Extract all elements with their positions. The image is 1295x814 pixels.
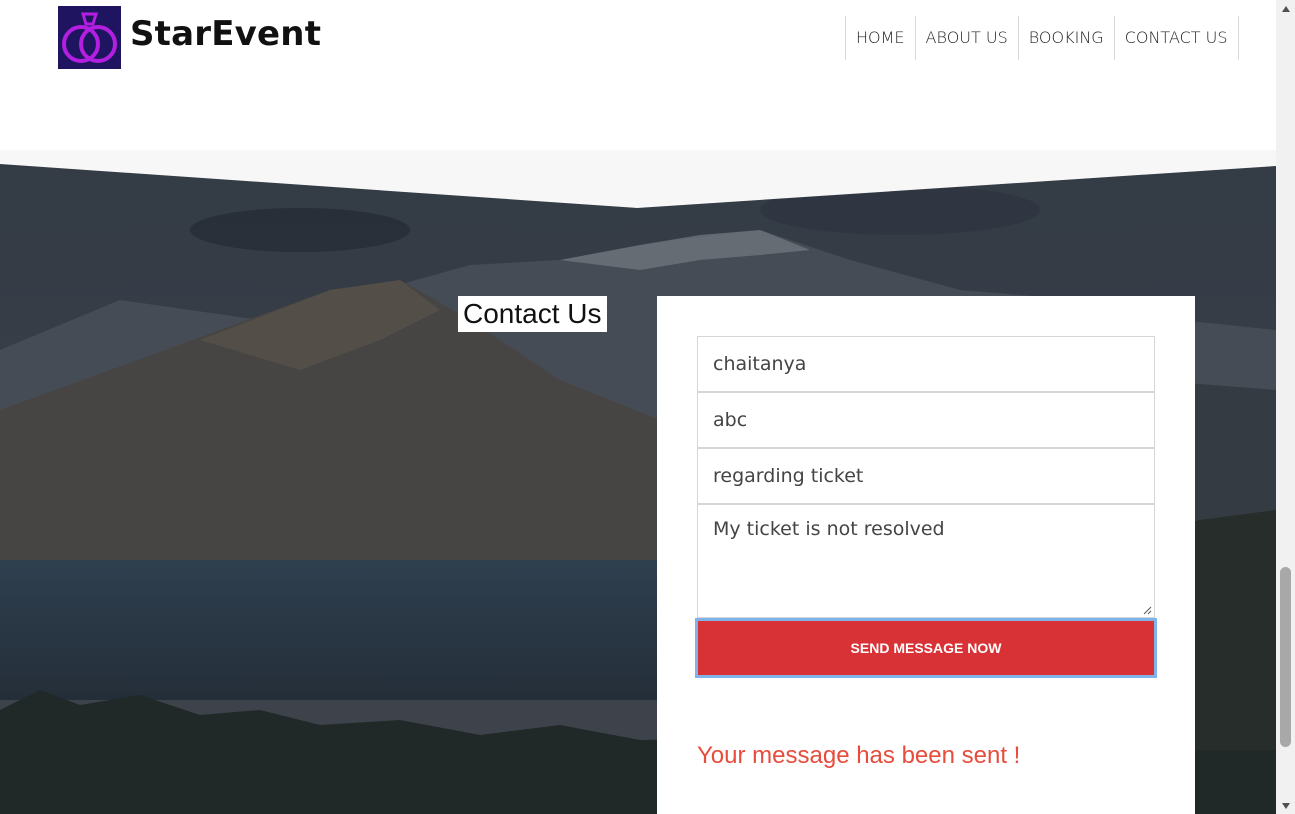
email-input[interactable]: abc [697, 392, 1155, 448]
triangle-down-icon[interactable] [1276, 797, 1295, 814]
brand-name[interactable]: StarEvent [130, 14, 321, 54]
nav-booking[interactable]: BOOKING [1019, 16, 1115, 60]
send-message-button[interactable]: SEND MESSAGE NOW [695, 618, 1157, 678]
main-nav: HOME ABOUT US BOOKING CONTACT US [845, 16, 1239, 60]
contact-form-card: chaitanya abc regarding ticket My ticket… [657, 296, 1195, 814]
nav-home[interactable]: HOME [846, 16, 916, 60]
message-textarea[interactable]: My ticket is not resolved [697, 504, 1155, 618]
message-text: My ticket is not resolved [713, 518, 945, 540]
resize-grip-icon[interactable] [1142, 605, 1152, 615]
contact-title: Contact Us [458, 296, 607, 332]
triangle-up-icon[interactable] [1276, 0, 1295, 17]
logo-icon[interactable] [58, 6, 121, 69]
scrollbar-thumb[interactable] [1280, 567, 1291, 747]
name-input[interactable]: chaitanya [697, 336, 1155, 392]
site-header: StarEvent HOME ABOUT US BOOKING CONTACT … [0, 0, 1276, 150]
nav-contact-us[interactable]: CONTACT US [1115, 16, 1239, 60]
subject-input[interactable]: regarding ticket [697, 448, 1155, 504]
nav-about-us[interactable]: ABOUT US [916, 16, 1019, 60]
success-message: Your message has been sent ! [697, 742, 1021, 769]
vertical-scrollbar[interactable] [1276, 0, 1295, 814]
